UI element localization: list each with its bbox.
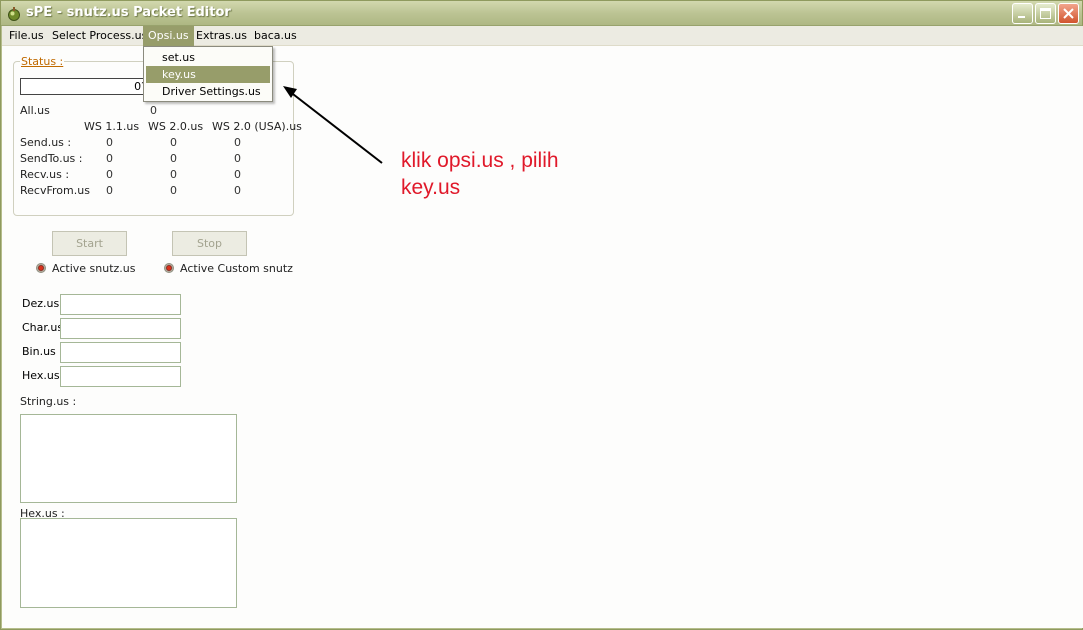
row-value: 0 <box>106 152 113 165</box>
char-input[interactable] <box>60 318 181 339</box>
row-value: 0 <box>170 184 177 197</box>
row-value: 0 <box>234 152 241 165</box>
row-value: 0 <box>106 136 113 149</box>
menu-item-driver-settings[interactable]: Driver Settings.us <box>146 83 270 100</box>
annotation-line-1: klik opsi.us , pilih <box>401 149 559 172</box>
char-label: Char.us <box>22 321 60 334</box>
maximize-button[interactable] <box>1035 3 1056 24</box>
dez-label: Dez.us : <box>22 297 60 310</box>
radio-active-custom[interactable] <box>164 263 174 273</box>
stop-button[interactable]: Stop <box>172 231 247 256</box>
annotation-text: klik opsi.us , pilih key.us <box>401 147 651 201</box>
menu-item-set[interactable]: set.us <box>146 49 270 66</box>
menu-baca[interactable]: baca.us <box>249 26 302 46</box>
title-bar[interactable]: sPE - snutz.us Packet Editor <box>1 1 1082 26</box>
all-value: 0 <box>150 104 157 117</box>
menu-extras[interactable]: Extras.us <box>191 26 252 46</box>
dez-input[interactable] <box>60 294 181 315</box>
opsi-dropdown-menu: set.us key.us Driver Settings.us <box>143 46 273 102</box>
radio-active-snutz[interactable] <box>36 263 46 273</box>
menu-file[interactable]: File.us <box>4 26 49 46</box>
bin-input[interactable] <box>60 342 181 363</box>
row-label-sendto: SendTo.us : <box>20 152 83 165</box>
minimize-button[interactable] <box>1012 3 1033 24</box>
window-title: sPE - snutz.us Packet Editor <box>26 5 231 20</box>
row-value: 0 <box>234 168 241 181</box>
row-label-recv: Recv.us : <box>20 168 70 181</box>
row-value: 0 <box>170 168 177 181</box>
main-window: sPE - snutz.us Packet Editor File.us Sel… <box>0 0 1083 630</box>
minimize-icon <box>1018 16 1025 18</box>
annotation-line-2: key.us <box>401 176 461 199</box>
maximize-icon <box>1040 8 1051 19</box>
hex-label: Hex.us : <box>22 369 60 382</box>
row-value: 0 <box>106 184 113 197</box>
row-value: 0 <box>234 184 241 197</box>
close-button[interactable] <box>1058 3 1079 24</box>
status-progress-bar: 0? <box>20 78 150 95</box>
string-textarea[interactable] <box>20 414 237 503</box>
row-value: 0 <box>106 168 113 181</box>
column-ws20-usa: WS 2.0 (USA).us <box>212 120 302 133</box>
bin-label: Bin.us : <box>22 345 60 358</box>
close-icon <box>1063 8 1074 19</box>
hex-input[interactable] <box>60 366 181 387</box>
row-label-recvfrom: RecvFrom.us <box>20 184 90 197</box>
row-value: 0 <box>234 136 241 149</box>
column-ws11: WS 1.1.us <box>84 120 140 133</box>
string-label: String.us : <box>20 395 77 408</box>
hex-textarea[interactable] <box>20 518 237 608</box>
start-button[interactable]: Start <box>52 231 127 256</box>
menu-select-process[interactable]: Select Process.us <box>47 26 152 46</box>
menu-opsi[interactable]: Opsi.us <box>143 26 194 46</box>
menu-bar: File.us Select Process.us Opsi.us Extras… <box>2 26 1083 46</box>
status-group-title: Status : <box>20 55 65 68</box>
all-label: All.us <box>20 104 50 117</box>
row-label-send: Send.us : <box>20 136 72 149</box>
app-icon <box>8 7 20 21</box>
row-value: 0 <box>170 152 177 165</box>
radio-active-snutz-label: Active snutz.us <box>52 262 136 275</box>
radio-active-custom-label: Active Custom snutz <box>180 262 293 275</box>
menu-item-key[interactable]: key.us <box>146 66 270 83</box>
row-value: 0 <box>170 136 177 149</box>
column-ws20: WS 2.0.us <box>148 120 204 133</box>
client-area: Status : 0? All.us 0 WS 1.1.us WS 2.0.us… <box>2 46 1083 628</box>
